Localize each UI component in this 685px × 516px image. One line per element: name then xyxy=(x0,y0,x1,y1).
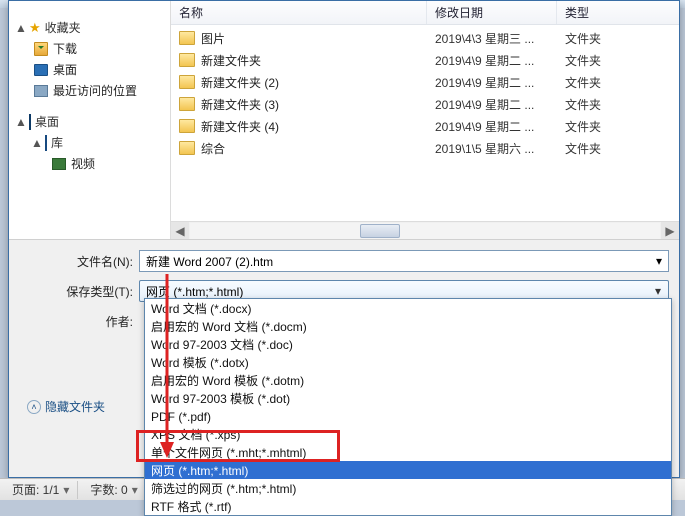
status-page[interactable]: 页面: 1/1▾ xyxy=(6,481,78,499)
folder-icon xyxy=(179,31,195,45)
tree-favorites[interactable]: ▲★ 收藏夹 xyxy=(13,17,166,38)
dropdown-item[interactable]: 筛选过的网页 (*.htm;*.html) xyxy=(145,479,671,497)
filename-input[interactable]: 新建 Word 2007 (2).htm ▾ xyxy=(139,250,669,272)
filename-label: 文件名(N): xyxy=(19,253,139,270)
monitor-icon xyxy=(29,114,31,130)
chevron-down-icon[interactable]: ▾ xyxy=(652,285,664,297)
chevron-up-icon: ˄ xyxy=(27,400,41,414)
dropdown-item[interactable]: 启用宏的 Word 文档 (*.docm) xyxy=(145,317,671,335)
folder-icon xyxy=(179,97,195,111)
hide-folders-toggle[interactable]: ˄ 隐藏文件夹 xyxy=(27,398,105,415)
table-row[interactable]: 图片2019\4\3 星期三 ...文件夹 xyxy=(171,27,679,49)
folder-icon xyxy=(179,53,195,67)
table-row[interactable]: 新建文件夹 (2)2019\4\9 星期二 ...文件夹 xyxy=(171,71,679,93)
status-words[interactable]: 字数: 0▾ xyxy=(84,481,146,499)
video-icon xyxy=(52,158,66,170)
table-row[interactable]: 新建文件夹 (3)2019\4\9 星期二 ...文件夹 xyxy=(171,93,679,115)
dropdown-item[interactable]: Word 97-2003 文档 (*.doc) xyxy=(145,335,671,353)
libraries-icon xyxy=(45,135,47,151)
hscrollbar[interactable]: ◀ ▶ xyxy=(171,221,679,239)
col-header-type[interactable]: 类型 xyxy=(557,1,679,24)
folder-icon xyxy=(179,75,195,89)
scroll-thumb[interactable] xyxy=(360,224,400,238)
download-icon xyxy=(34,42,48,56)
recent-icon xyxy=(34,85,48,97)
col-header-date[interactable]: 修改日期 xyxy=(427,1,557,24)
col-header-name[interactable]: 名称 xyxy=(171,1,427,24)
tree-libraries[interactable]: ▲ 库 xyxy=(13,132,166,153)
tree-item-desktop-fav[interactable]: 桌面 xyxy=(13,59,166,80)
scroll-right-icon[interactable]: ▶ xyxy=(661,222,679,239)
tree-favorites-label: 收藏夹 xyxy=(45,19,81,36)
dropdown-item[interactable]: 单个文件网页 (*.mht;*.mhtml) xyxy=(145,443,671,461)
savetype-label: 保存类型(T): xyxy=(19,283,139,300)
table-row[interactable]: 综合2019\1\5 星期六 ...文件夹 xyxy=(171,137,679,159)
chevron-down-icon[interactable]: ▾ xyxy=(656,254,662,268)
dropdown-item[interactable]: 启用宏的 Word 模板 (*.dotm) xyxy=(145,371,671,389)
scroll-left-icon[interactable]: ◀ xyxy=(171,222,189,239)
tree-item-downloads[interactable]: 下载 xyxy=(13,38,166,59)
nav-tree: ▲★ 收藏夹 下载 桌面 最近访问的位置 ▲ xyxy=(9,1,171,239)
table-row[interactable]: 新建文件夹2019\4\9 星期二 ...文件夹 xyxy=(171,49,679,71)
dropdown-item[interactable]: 网页 (*.htm;*.html) xyxy=(145,461,671,479)
folder-icon xyxy=(179,141,195,155)
desktop-icon xyxy=(34,64,48,76)
table-row[interactable]: 新建文件夹 (4)2019\4\9 星期二 ...文件夹 xyxy=(171,115,679,137)
dropdown-item[interactable]: PDF (*.pdf) xyxy=(145,407,671,425)
author-label: 作者: xyxy=(19,313,139,330)
tree-item-recent[interactable]: 最近访问的位置 xyxy=(13,80,166,101)
dropdown-item[interactable]: Word 文档 (*.docx) xyxy=(145,299,671,317)
column-headers: 名称 修改日期 类型 xyxy=(171,1,679,25)
file-list[interactable]: 图片2019\4\3 星期三 ...文件夹新建文件夹2019\4\9 星期二 .… xyxy=(171,25,679,221)
folder-icon xyxy=(179,119,195,133)
file-pane: 名称 修改日期 类型 图片2019\4\3 星期三 ...文件夹新建文件夹201… xyxy=(171,1,679,239)
dropdown-item[interactable]: Word 模板 (*.dotx) xyxy=(145,353,671,371)
dropdown-item[interactable]: XPS 文档 (*.xps) xyxy=(145,425,671,443)
tree-desktop[interactable]: ▲ 桌面 xyxy=(13,111,166,132)
scroll-track[interactable] xyxy=(190,223,660,239)
dropdown-item[interactable]: Word 97-2003 模板 (*.dot) xyxy=(145,389,671,407)
savetype-dropdown[interactable]: Word 文档 (*.docx)启用宏的 Word 文档 (*.docm)Wor… xyxy=(144,298,672,516)
tree-item-videos[interactable]: 视频 xyxy=(13,153,166,174)
